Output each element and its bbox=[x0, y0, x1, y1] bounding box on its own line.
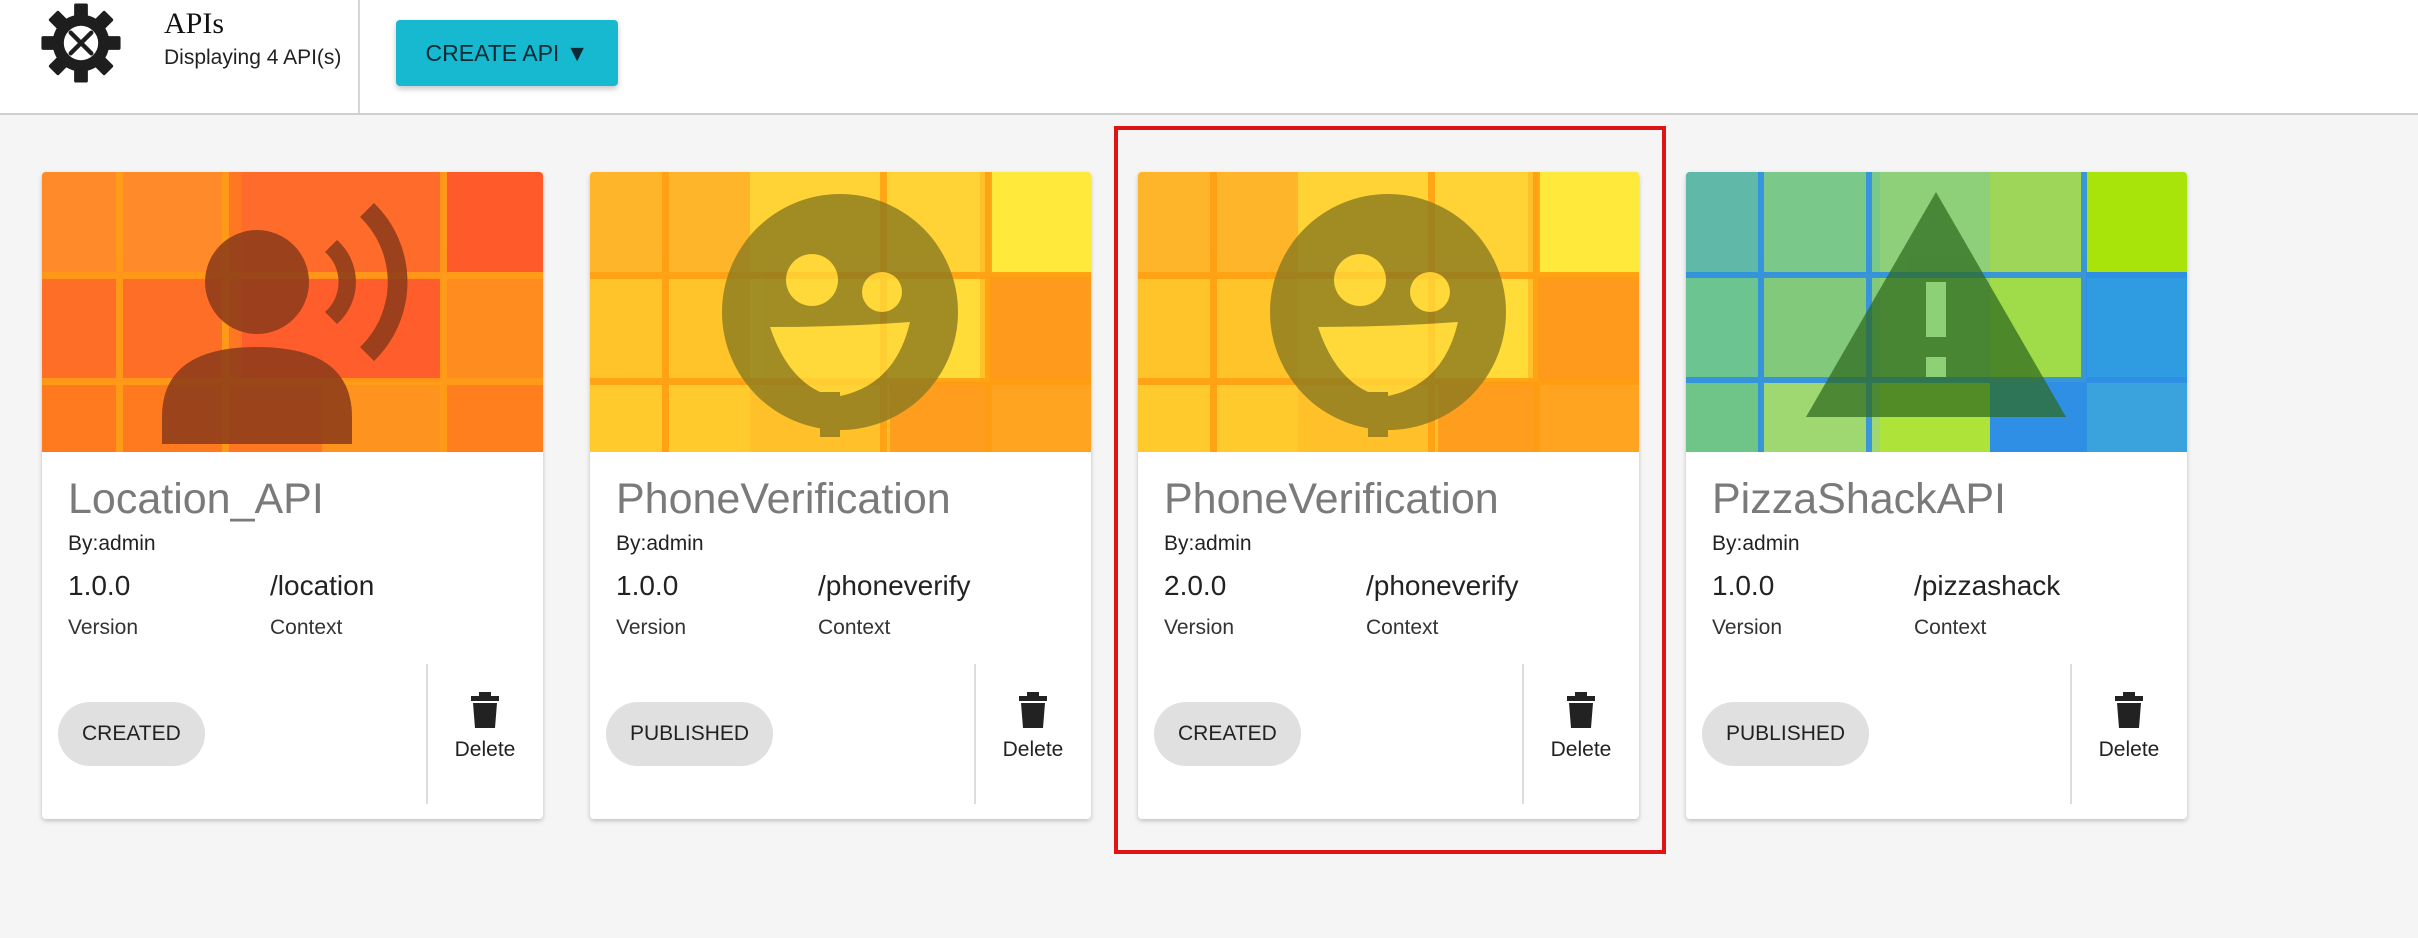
api-count: Displaying 4 API(s) bbox=[164, 46, 342, 69]
delete-button[interactable]: Delete bbox=[978, 692, 1088, 772]
delete-label: Delete bbox=[1002, 738, 1064, 761]
card-divider bbox=[974, 664, 976, 804]
version-label: Version bbox=[1712, 616, 1783, 639]
version-label: Version bbox=[68, 616, 139, 639]
api-card[interactable]: PhoneVerification By:admin 1.0.0 /phonev… bbox=[590, 172, 1091, 819]
delete-button[interactable]: Delete bbox=[2074, 692, 2184, 772]
delete-button[interactable]: Delete bbox=[1526, 692, 1636, 772]
api-name[interactable]: PhoneVerification bbox=[616, 475, 951, 524]
card-divider bbox=[1522, 664, 1524, 804]
card-divider bbox=[2070, 664, 2072, 804]
delete-label: Delete bbox=[454, 738, 516, 761]
trash-icon bbox=[2115, 692, 2143, 728]
api-thumbnail[interactable] bbox=[590, 172, 1091, 452]
api-name[interactable]: Location_API bbox=[68, 475, 324, 524]
status-chip[interactable]: PUBLISHED bbox=[606, 702, 774, 766]
status-chip[interactable]: PUBLISHED bbox=[1702, 702, 1870, 766]
api-name[interactable]: PhoneVerification bbox=[1164, 475, 1499, 524]
api-author: By:admin bbox=[1164, 532, 1252, 555]
api-version-value: 1.0.0 bbox=[1712, 570, 1775, 601]
context-label: Context bbox=[1914, 616, 1987, 639]
trash-icon bbox=[1019, 692, 1047, 728]
api-context-value: /pizzashack bbox=[1914, 570, 2061, 601]
card-divider bbox=[426, 664, 428, 804]
create-api-button[interactable]: CREATE API ▼ bbox=[396, 20, 618, 86]
status-chip[interactable]: CREATED bbox=[1154, 702, 1301, 766]
status-chip[interactable]: CREATED bbox=[58, 702, 205, 766]
delete-button[interactable]: Delete bbox=[430, 692, 540, 772]
delete-label: Delete bbox=[1550, 738, 1612, 761]
gear-tools-icon bbox=[41, 3, 121, 83]
api-version-value: 1.0.0 bbox=[616, 570, 679, 601]
context-label: Context bbox=[818, 616, 891, 639]
api-thumbnail[interactable] bbox=[1138, 172, 1639, 452]
api-context-value: /phoneverify bbox=[1366, 570, 1519, 601]
delete-label: Delete bbox=[2098, 738, 2160, 761]
app-header: APIs Displaying 4 API(s) CREATE API ▼ bbox=[0, 0, 2418, 115]
trash-icon bbox=[1567, 692, 1595, 728]
header-divider bbox=[358, 0, 360, 113]
api-author: By:admin bbox=[68, 532, 156, 555]
api-context-value: /location bbox=[270, 570, 375, 601]
api-thumbnail[interactable] bbox=[1686, 172, 2187, 452]
title-block: APIs Displaying 4 API(s) bbox=[164, 6, 341, 70]
api-thumbnail[interactable] bbox=[42, 172, 543, 452]
api-card[interactable]: PhoneVerification By:admin 2.0.0 /phonev… bbox=[1138, 172, 1639, 819]
version-label: Version bbox=[616, 616, 687, 639]
api-card[interactable]: Location_API By:admin 1.0.0 /location Ve… bbox=[42, 172, 543, 819]
api-name[interactable]: PizzaShackAPI bbox=[1712, 475, 2006, 524]
api-version-value: 2.0.0 bbox=[1164, 570, 1227, 601]
api-card[interactable]: PizzaShackAPI By:admin 1.0.0 /pizzashack… bbox=[1686, 172, 2187, 819]
version-label: Version bbox=[1164, 616, 1235, 639]
context-label: Context bbox=[1366, 616, 1439, 639]
api-version-value: 1.0.0 bbox=[68, 570, 131, 601]
api-author: By:admin bbox=[616, 532, 704, 555]
api-context-value: /phoneverify bbox=[818, 570, 971, 601]
context-label: Context bbox=[270, 616, 343, 639]
trash-icon bbox=[471, 692, 499, 728]
api-author: By:admin bbox=[1712, 532, 1800, 555]
page-title: APIs bbox=[164, 7, 225, 40]
